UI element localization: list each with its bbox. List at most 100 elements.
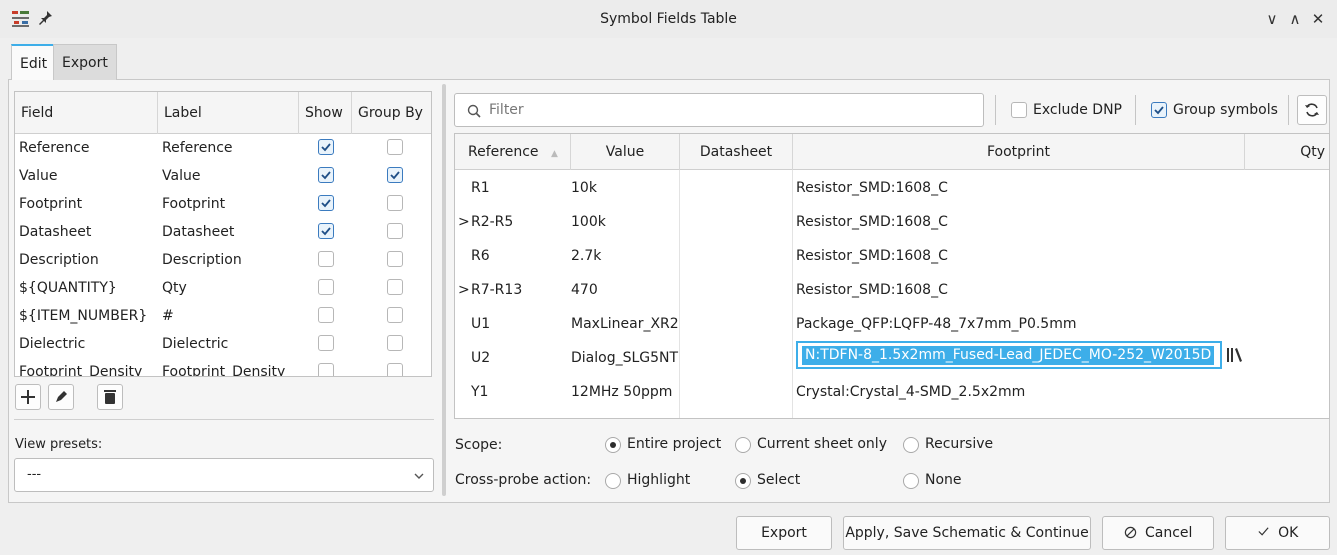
reference-cell[interactable]: R7-R13 xyxy=(469,272,571,308)
group-by-checkbox[interactable] xyxy=(387,279,403,295)
show-checkbox[interactable] xyxy=(318,167,334,183)
group-by-checkbox[interactable] xyxy=(387,139,403,155)
cancel-button[interactable]: Cancel xyxy=(1102,516,1214,550)
field-name[interactable]: Value xyxy=(15,162,158,190)
field-label[interactable]: Reference xyxy=(158,134,299,162)
field-label[interactable]: Footprint xyxy=(158,190,299,218)
show-checkbox[interactable] xyxy=(318,195,334,211)
delete-field-button[interactable] xyxy=(97,384,123,410)
datasheet-cell[interactable] xyxy=(684,272,792,308)
qty-cell[interactable] xyxy=(1249,374,1329,410)
show-checkbox[interactable] xyxy=(318,363,334,376)
cross-probe-option-label[interactable]: Highlight xyxy=(627,472,690,488)
show-checkbox[interactable] xyxy=(318,307,334,323)
ok-button[interactable]: OK xyxy=(1225,516,1330,550)
footprint-cell[interactable]: Resistor_SMD:1608_C xyxy=(796,238,1245,274)
minimize-button[interactable]: ∨ xyxy=(1262,8,1282,30)
qty-cell[interactable] xyxy=(1249,272,1329,308)
cross-probe-radio-2[interactable] xyxy=(903,473,919,489)
view-presets-select[interactable]: --- xyxy=(14,458,434,492)
close-button[interactable]: ✕ xyxy=(1308,8,1328,30)
qty-cell[interactable] xyxy=(1249,306,1329,342)
show-checkbox[interactable] xyxy=(318,251,334,267)
footprint-editor[interactable]: N:TDFN-8_1.5x2mm_Fused-Lead_JEDEC_MO-252… xyxy=(796,341,1222,369)
value-cell[interactable]: 470 xyxy=(571,272,679,308)
field-label[interactable]: Value xyxy=(158,162,299,190)
field-row[interactable]: ${ITEM_NUMBER} # xyxy=(15,302,431,330)
tab-edit[interactable]: Edit xyxy=(11,44,57,80)
datasheet-cell[interactable] xyxy=(684,238,792,274)
footprint-cell[interactable]: Resistor_SMD:1608_C xyxy=(796,204,1245,240)
header-reference[interactable]: Reference ▲ xyxy=(455,134,571,170)
add-field-button[interactable] xyxy=(15,384,41,410)
datasheet-cell[interactable] xyxy=(684,340,792,376)
maximize-button[interactable]: ∧ xyxy=(1285,8,1305,30)
field-row[interactable]: Footprint_Density Footprint_Density xyxy=(15,358,431,376)
footprint-cell[interactable]: Package_QFP:LQFP-48_7x7mm_P0.5mm xyxy=(796,306,1245,342)
qty-cell[interactable] xyxy=(1249,204,1329,240)
show-checkbox[interactable] xyxy=(318,223,334,239)
datasheet-cell[interactable] xyxy=(684,170,792,206)
header-value[interactable]: Value xyxy=(571,134,680,170)
group-by-checkbox[interactable] xyxy=(387,363,403,376)
field-name[interactable]: ${ITEM_NUMBER} xyxy=(15,302,158,330)
footprint-editor-text[interactable]: N:TDFN-8_1.5x2mm_Fused-Lead_JEDEC_MO-252… xyxy=(802,346,1215,365)
field-row[interactable]: ${QUANTITY} Qty xyxy=(15,274,431,302)
group-symbols-checkbox[interactable] xyxy=(1151,102,1167,118)
field-row[interactable]: Dielectric Dielectric xyxy=(15,330,431,358)
rename-field-button[interactable] xyxy=(48,384,74,410)
field-row[interactable]: Datasheet Datasheet xyxy=(15,218,431,246)
header-show[interactable]: Show xyxy=(299,92,352,134)
field-name[interactable]: Footprint xyxy=(15,190,158,218)
field-name[interactable]: Description xyxy=(15,246,158,274)
show-checkbox[interactable] xyxy=(318,335,334,351)
scope-option-label[interactable]: Current sheet only xyxy=(757,436,887,452)
reference-cell[interactable]: Y1 xyxy=(469,374,571,410)
scope-radio-0[interactable] xyxy=(605,437,621,453)
footprint-cell[interactable]: Crystal:Crystal_4-SMD_2.5x2mm xyxy=(796,374,1245,410)
field-label[interactable]: Dielectric xyxy=(158,330,299,358)
grid-row[interactable]: R6 2.7k Resistor_SMD:1608_C xyxy=(455,238,1329,274)
apply-save-continue-button[interactable]: Apply, Save Schematic & Continue xyxy=(843,516,1091,550)
scope-option-label[interactable]: Entire project xyxy=(627,436,721,452)
field-row[interactable]: Value Value xyxy=(15,162,431,190)
header-footprint[interactable]: Footprint xyxy=(793,134,1245,170)
field-name[interactable]: ${QUANTITY} xyxy=(15,274,158,302)
cross-probe-radio-1[interactable] xyxy=(735,473,751,489)
group-by-checkbox[interactable] xyxy=(387,251,403,267)
cross-probe-option-label[interactable]: None xyxy=(925,472,962,488)
grid-row[interactable]: U1 MaxLinear_XR2 Package_QFP:LQFP-48_7x7mm… xyxy=(455,306,1329,342)
value-cell[interactable]: 2.7k xyxy=(571,238,679,274)
group-by-checkbox[interactable] xyxy=(387,195,403,211)
scope-radio-1[interactable] xyxy=(735,437,751,453)
header-group-by[interactable]: Group By xyxy=(352,92,431,134)
datasheet-cell[interactable] xyxy=(684,204,792,240)
footprint-cell[interactable]: Resistor_SMD:1608_C xyxy=(796,170,1245,206)
qty-cell[interactable] xyxy=(1249,238,1329,274)
field-label[interactable]: Footprint_Density xyxy=(158,358,299,376)
group-by-checkbox[interactable] xyxy=(387,223,403,239)
value-cell[interactable]: MaxLinear_XR2 xyxy=(571,306,679,342)
footprint-cell[interactable]: Resistor_SMD:1608_C xyxy=(796,272,1245,308)
value-cell[interactable]: 10k xyxy=(571,170,679,206)
splitter-handle[interactable] xyxy=(442,84,446,496)
export-button[interactable]: Export xyxy=(736,516,832,550)
field-name[interactable]: Datasheet xyxy=(15,218,158,246)
header-label[interactable]: Label xyxy=(158,92,299,134)
scope-option-label[interactable]: Recursive xyxy=(925,436,993,452)
scope-radio-2[interactable] xyxy=(903,437,919,453)
grid-row[interactable]: > R2-R5 100k Resistor_SMD:1608_C xyxy=(455,204,1329,240)
field-row[interactable]: Reference Reference xyxy=(15,134,431,162)
field-name[interactable]: Dielectric xyxy=(15,330,158,358)
refresh-button[interactable] xyxy=(1297,95,1327,125)
datasheet-cell[interactable] xyxy=(684,374,792,410)
grid-row[interactable]: Y1 12MHz 50ppm Crystal:Crystal_4-SMD_2.5x2… xyxy=(455,374,1329,410)
qty-cell[interactable] xyxy=(1249,340,1329,376)
value-cell[interactable]: 12MHz 50ppm xyxy=(571,374,679,410)
field-name[interactable]: Footprint_Density xyxy=(15,358,158,376)
field-label[interactable]: Qty xyxy=(158,274,299,302)
header-field[interactable]: Field xyxy=(15,92,158,134)
value-cell[interactable]: Dialog_SLG5NT xyxy=(571,340,679,376)
field-label[interactable]: # xyxy=(158,302,299,330)
field-label[interactable]: Description xyxy=(158,246,299,274)
